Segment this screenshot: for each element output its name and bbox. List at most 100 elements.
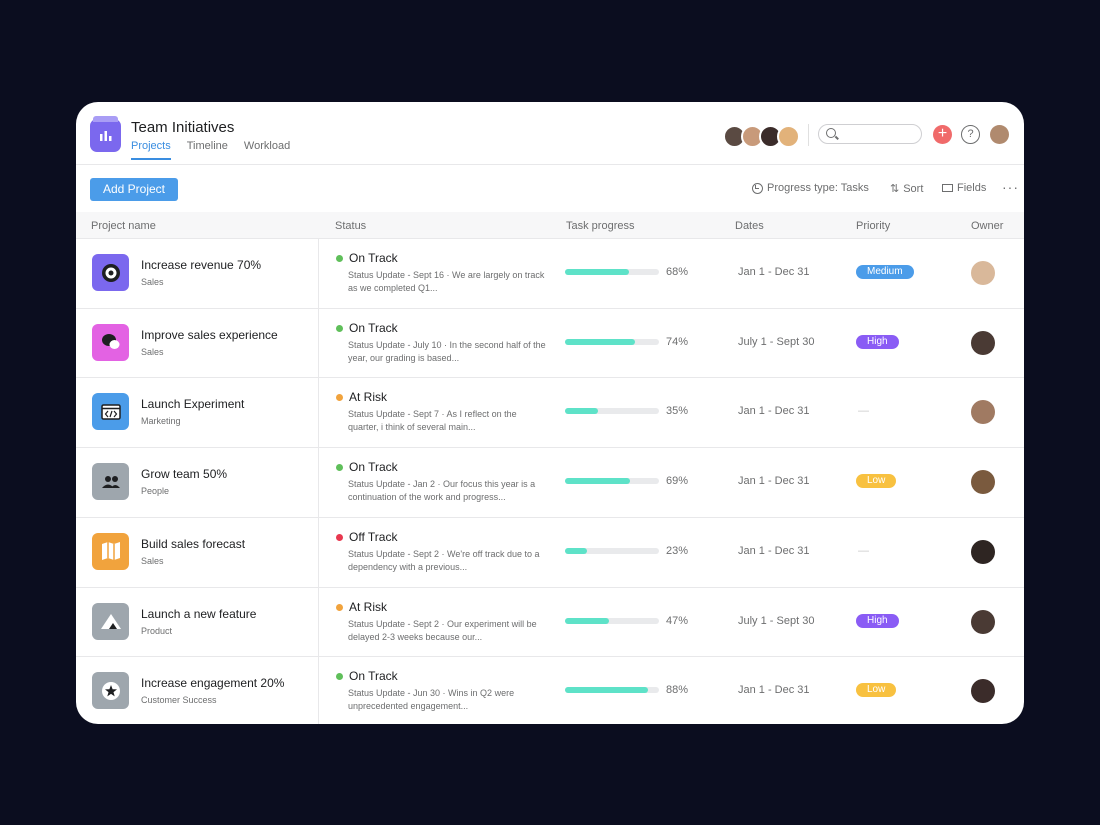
progress-percent: 35% <box>666 405 689 418</box>
column-header-progress[interactable]: Task progress <box>566 220 634 232</box>
target-icon <box>92 254 129 291</box>
status-label[interactable]: On Track <box>349 669 398 683</box>
sort-label: Sort <box>903 182 924 195</box>
date-range[interactable]: July 1 - Sept 30 <box>738 615 814 627</box>
sort-button[interactable]: ⇅ Sort <box>890 182 924 196</box>
progress-bar-fill <box>565 547 587 554</box>
people-icon <box>92 463 129 501</box>
progress-bar <box>565 547 659 554</box>
owner-avatar[interactable] <box>971 539 995 564</box>
project-name[interactable]: Grow team 50% <box>141 467 227 481</box>
tab-bar: Projects Timeline Workload <box>131 140 290 160</box>
help-button[interactable]: ? <box>961 125 980 144</box>
project-team: Sales <box>141 277 164 287</box>
project-name[interactable]: Launch Experiment <box>141 397 244 411</box>
clock-icon <box>752 182 763 194</box>
column-header-priority[interactable]: Priority <box>856 220 890 232</box>
date-range[interactable]: Jan 1 - Dec 31 <box>738 405 810 417</box>
column-divider <box>318 308 319 378</box>
tab-projects[interactable]: Projects <box>131 140 171 160</box>
project-team: Customer Success <box>141 695 217 706</box>
project-name[interactable]: Increase revenue 70% <box>141 258 261 272</box>
date-range[interactable]: Jan 1 - Dec 31 <box>738 684 810 696</box>
owner-avatar[interactable] <box>971 470 995 495</box>
table-row[interactable]: Increase engagement 20% Customer Success… <box>76 656 1024 724</box>
status-label[interactable]: At Risk <box>349 600 387 614</box>
priority-empty[interactable]: — <box>858 545 869 557</box>
tab-timeline[interactable]: Timeline <box>187 140 228 160</box>
priority-badge[interactable]: Low <box>856 683 897 698</box>
status-update-text[interactable]: Status Update - Sept 16 · We are largely… <box>348 269 548 295</box>
table-row[interactable]: Grow team 50% People On Track Status Upd… <box>76 447 1024 518</box>
priority-badge[interactable]: High <box>856 334 899 349</box>
status-label[interactable]: On Track <box>349 460 398 474</box>
owner-avatar[interactable] <box>971 679 995 704</box>
column-header-name[interactable]: Project name <box>91 220 156 232</box>
map-icon <box>92 532 129 570</box>
progress-type-button[interactable]: Progress type: Tasks <box>752 182 869 194</box>
progress-bar <box>565 408 659 415</box>
tab-workload[interactable]: Workload <box>244 140 290 160</box>
table-row[interactable]: Launch a new feature Product At Risk Sta… <box>76 586 1024 657</box>
status-label[interactable]: On Track <box>349 251 398 265</box>
progress-bar-fill <box>565 687 648 694</box>
add-button[interactable]: + <box>933 125 952 144</box>
status-update-text[interactable]: Status Update - July 10 · In the second … <box>348 339 548 365</box>
priority-badge[interactable]: High <box>856 613 899 628</box>
project-team: Sales <box>141 346 164 357</box>
priority-badge[interactable]: Medium <box>856 265 914 279</box>
add-project-button[interactable]: Add Project <box>90 178 178 201</box>
status-dot <box>336 673 343 681</box>
progress-bar-fill <box>565 478 630 485</box>
page-title: Team Initiatives <box>131 119 235 136</box>
status-label[interactable]: On Track <box>349 321 398 335</box>
date-range[interactable]: Jan 1 - Dec 31 <box>738 545 810 557</box>
progress-bar <box>565 338 659 345</box>
fields-icon <box>942 184 953 192</box>
project-name[interactable]: Improve sales experience <box>141 328 278 342</box>
star-icon <box>92 672 129 710</box>
project-team: Sales <box>141 555 164 566</box>
table-row[interactable]: Build sales forecast Sales Off Track Sta… <box>76 516 1024 587</box>
table-row[interactable]: Increase revenue 70% Sales On Track Stat… <box>76 238 1024 308</box>
date-range[interactable]: Jan 1 - Dec 31 <box>738 266 810 278</box>
app-window: Team Initiatives Projects Timeline Workl… <box>76 102 1024 724</box>
column-header-owner[interactable]: Owner <box>971 220 1003 232</box>
owner-avatar[interactable] <box>971 609 995 634</box>
code-window-icon <box>92 393 129 431</box>
table-row[interactable]: Launch Experiment Marketing At Risk Stat… <box>76 377 1024 448</box>
priority-badge[interactable]: Low <box>856 474 897 489</box>
member-avatars[interactable] <box>723 125 800 148</box>
status-dot <box>336 464 343 472</box>
date-range[interactable]: July 1 - Sept 30 <box>738 336 814 348</box>
owner-avatar[interactable] <box>971 261 995 285</box>
search-input[interactable] <box>841 127 921 141</box>
avatar[interactable] <box>777 125 800 148</box>
project-team: People <box>141 486 170 497</box>
column-header-dates[interactable]: Dates <box>735 220 764 232</box>
status-update-text[interactable]: Status Update - Sept 2 · Our experiment … <box>348 618 548 644</box>
column-divider <box>318 657 319 724</box>
column-header-status[interactable]: Status <box>335 220 366 232</box>
user-avatar[interactable] <box>990 125 1009 144</box>
priority-empty[interactable]: — <box>858 405 869 417</box>
divider <box>808 124 809 146</box>
status-update-text[interactable]: Status Update - Jun 30 · Wins in Q2 were… <box>348 687 548 713</box>
owner-avatar[interactable] <box>971 330 995 355</box>
project-name[interactable]: Increase engagement 20% <box>141 676 284 690</box>
status-update-text[interactable]: Status Update - Sept 7 · As I reflect on… <box>348 408 548 434</box>
progress-bar <box>565 617 659 624</box>
status-label[interactable]: At Risk <box>349 390 387 404</box>
status-label[interactable]: Off Track <box>349 530 397 544</box>
status-update-text[interactable]: Status Update - Sept 2 · We're off track… <box>348 548 548 574</box>
date-range[interactable]: Jan 1 - Dec 31 <box>738 475 810 487</box>
more-options-button[interactable]: ··· <box>1002 179 1019 195</box>
project-name[interactable]: Build sales forecast <box>141 537 245 551</box>
fields-button[interactable]: Fields <box>942 182 986 194</box>
table-row[interactable]: Improve sales experience Sales On Track … <box>76 307 1024 378</box>
progress-type-label: Progress type: Tasks <box>767 182 869 194</box>
project-name[interactable]: Launch a new feature <box>141 607 256 621</box>
status-update-text[interactable]: Status Update - Jan 2 · Our focus this y… <box>348 478 548 504</box>
search-box[interactable] <box>818 124 922 144</box>
owner-avatar[interactable] <box>971 400 995 425</box>
